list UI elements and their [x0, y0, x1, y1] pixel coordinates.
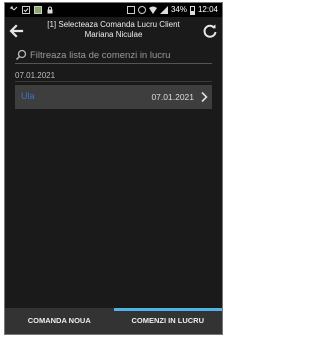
status-bar-left: [10, 3, 54, 17]
lock-icon: [46, 6, 54, 14]
search-bar: [15, 47, 212, 64]
search-input[interactable]: [30, 49, 212, 61]
status-bar-right: 34% 12:04: [126, 3, 218, 17]
header: [1] Selecteaza Comanda Lucru Client Mari…: [5, 17, 222, 45]
battery-percent: 34%: [170, 5, 187, 14]
photo-icon: [34, 6, 42, 14]
back-button[interactable]: [8, 23, 24, 39]
order-client-name: Ula: [21, 91, 35, 101]
refresh-button[interactable]: [202, 23, 218, 39]
order-list-item[interactable]: Ula 07.01.2021: [15, 85, 212, 109]
nfc-icon: [126, 6, 135, 14]
section-date-header: 07.01.2021: [15, 71, 56, 80]
signal-icon: [159, 6, 168, 14]
refresh-icon: [203, 24, 217, 38]
page-title-line1: [1] Selecteaza Comanda Lucru Client: [47, 20, 180, 29]
back-arrow-icon: [9, 24, 24, 38]
bottom-tab-bar: COMANDA NOUA COMENZI IN LUCRU: [5, 308, 222, 334]
clock: 12:04: [197, 5, 218, 14]
tab-comanda-noua[interactable]: COMANDA NOUA: [5, 308, 114, 334]
missed-call-icon: [10, 6, 18, 14]
section-divider: [15, 81, 212, 82]
page-title: [1] Selecteaza Comanda Lucru Client Mari…: [29, 20, 198, 40]
check-icon: [22, 6, 30, 14]
chevron-right-icon: [201, 91, 208, 103]
status-bar: 34% 12:04: [5, 3, 222, 17]
battery-icon: [189, 5, 195, 15]
data-saver-icon: [137, 6, 146, 14]
order-date: 07.01.2021: [151, 92, 194, 102]
page-title-line2: Mariana Niculae: [84, 30, 143, 39]
search-icon: [15, 49, 27, 61]
phone-screen: 34% 12:04 [1] Selecteaza Comanda Lucru C…: [4, 2, 223, 335]
tab-comenzi-in-lucru[interactable]: COMENZI IN LUCRU: [113, 308, 223, 334]
wifi-icon: [148, 6, 157, 14]
